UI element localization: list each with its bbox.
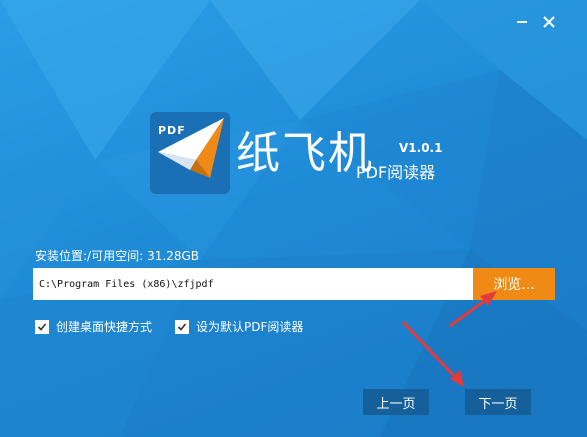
checkmark-icon [177, 322, 187, 331]
minimize-icon[interactable] [514, 14, 530, 30]
install-location-text: 安装位置:/可用空间: [35, 249, 144, 263]
install-path-input[interactable] [33, 268, 473, 300]
default-reader-option[interactable]: 设为默认PDF阅读器 [175, 318, 303, 335]
background-pattern [0, 0, 587, 437]
checkbox-desktop-shortcut[interactable] [35, 319, 49, 334]
desktop-shortcut-label: 创建桌面快捷方式 [56, 320, 153, 334]
close-icon[interactable] [541, 14, 557, 30]
free-space-value: 31.28GB [147, 249, 200, 263]
desktop-shortcut-option[interactable]: 创建桌面快捷方式 [35, 318, 152, 335]
logo-pdf-text: PDF [158, 124, 186, 137]
previous-page-button[interactable]: 上一页 [363, 389, 429, 415]
default-reader-label: 设为默认PDF阅读器 [196, 320, 304, 334]
app-name: 纸飞机 [236, 128, 374, 179]
checkmark-icon [37, 322, 47, 331]
version-label: V1.0.1 [399, 141, 443, 155]
app-subtitle: PDF阅读器 [356, 163, 436, 182]
browse-button[interactable]: 浏览... [473, 268, 555, 300]
install-location-label: 安装位置:/可用空间: 31.28GB [35, 247, 203, 264]
next-page-button[interactable]: 下一页 [465, 389, 531, 415]
checkbox-default-reader[interactable] [175, 319, 189, 334]
